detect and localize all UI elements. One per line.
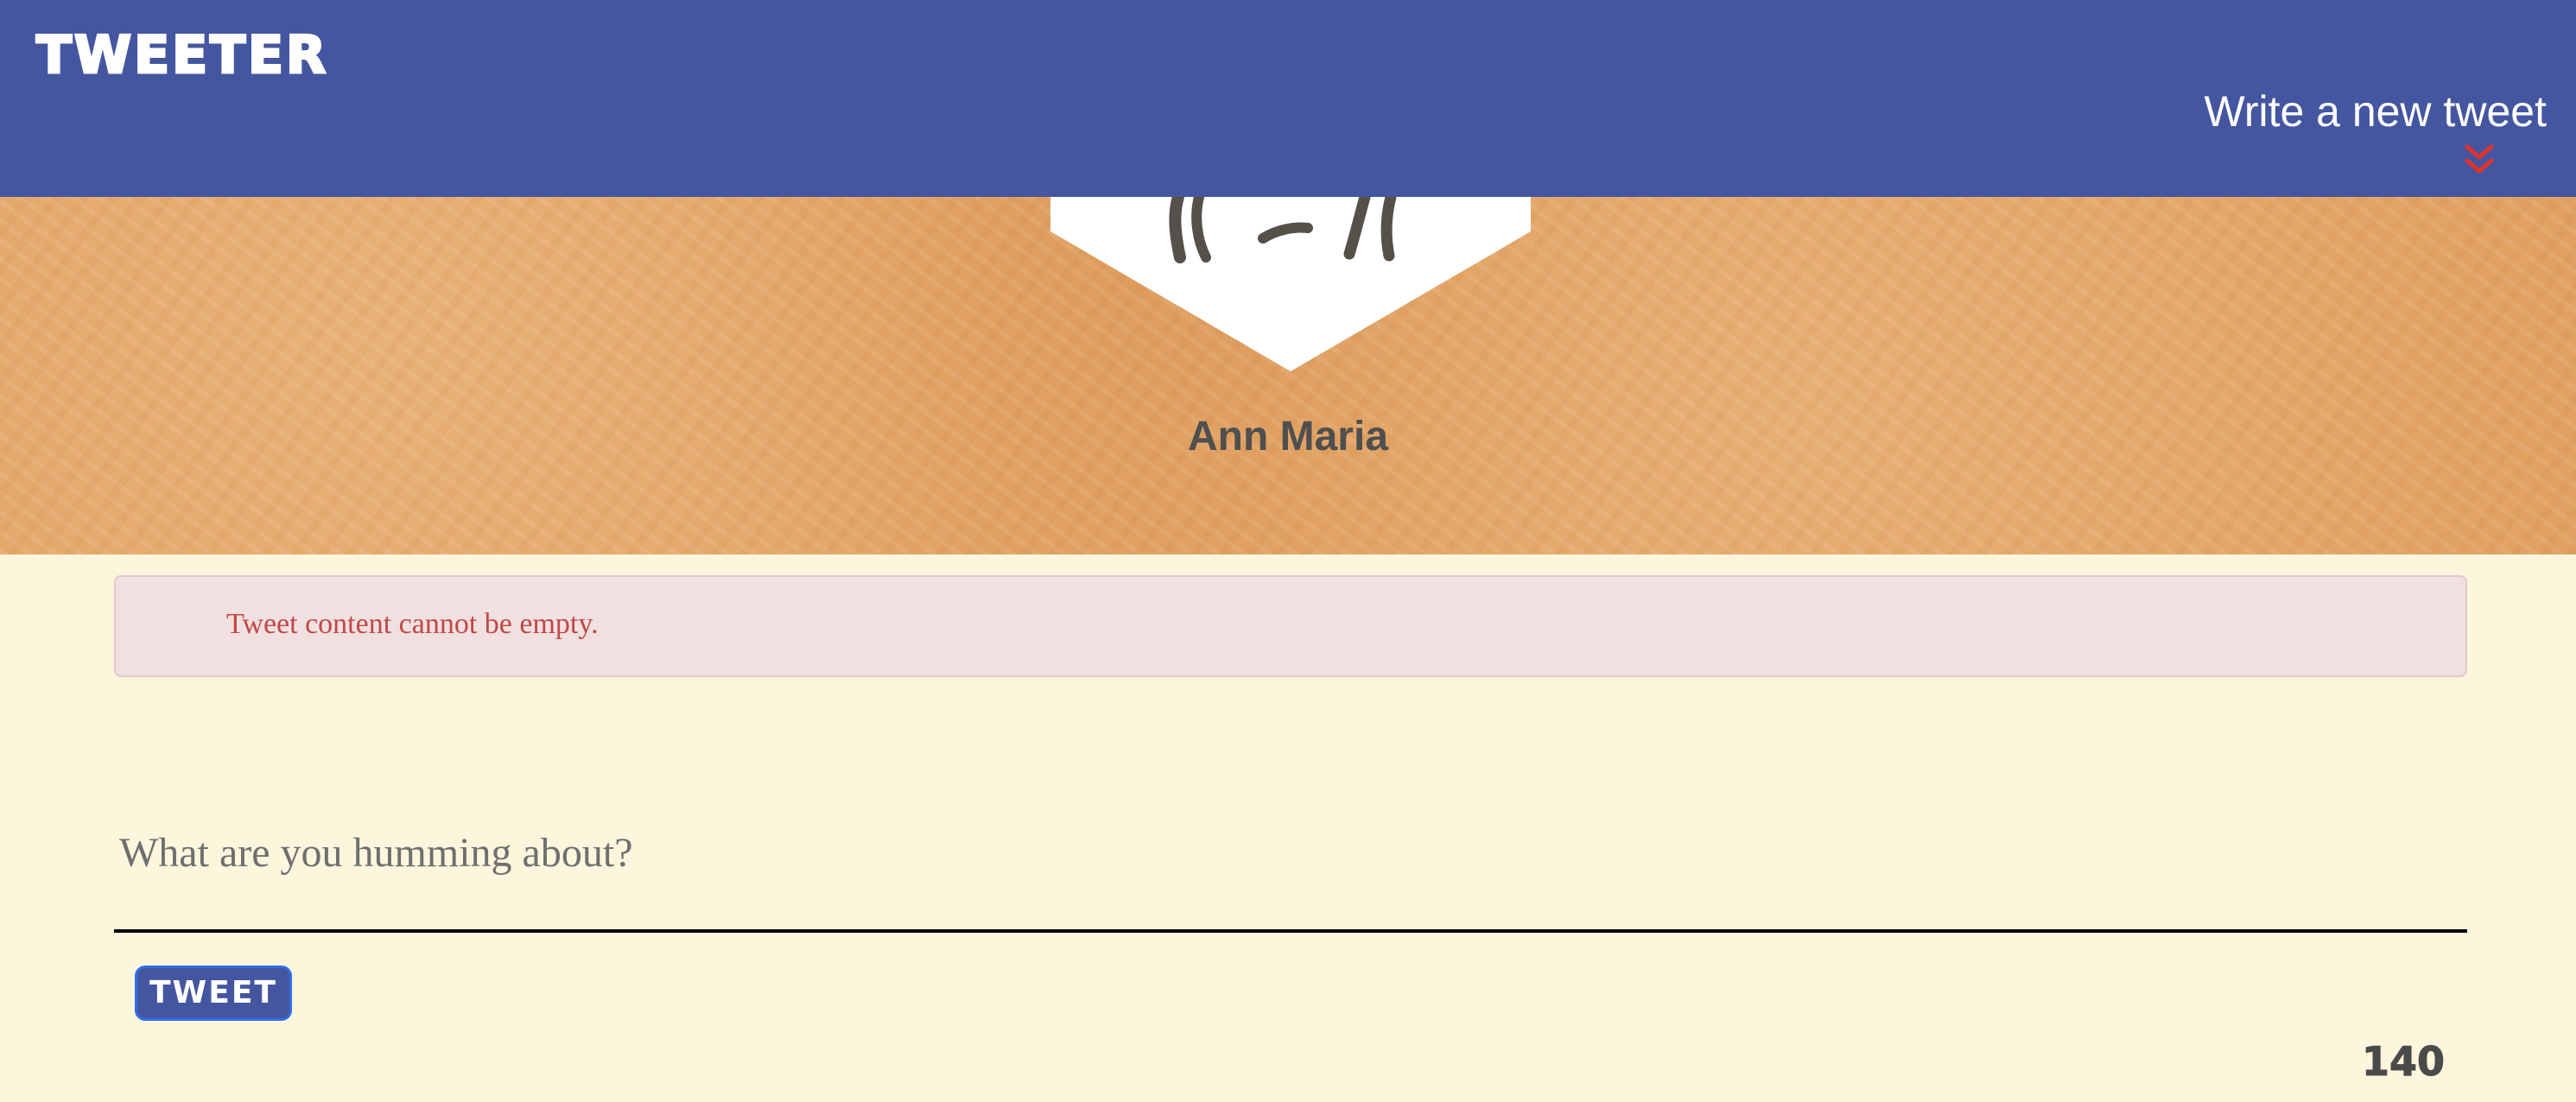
logo[interactable]: TWEETER (35, 28, 328, 83)
tweet-button[interactable]: TWEET (135, 966, 292, 1021)
avatar-icon (1050, 197, 1531, 371)
double-chevron-down-icon[interactable] (2464, 143, 2495, 178)
profile-header: Ann Maria (0, 197, 2576, 554)
tweet-input[interactable] (114, 812, 2467, 933)
write-new-tweet-label[interactable]: Write a new tweet (2205, 90, 2547, 133)
profile-name: Ann Maria (1187, 414, 1389, 459)
write-new-tweet-toggle[interactable]: Write a new tweet (2205, 90, 2547, 174)
error-alert: Tweet content cannot be empty. (114, 575, 2467, 677)
error-message: Tweet content cannot be empty. (226, 608, 599, 640)
character-counter: 140 (2361, 1038, 2445, 1085)
navbar: TWEETER Write a new tweet (0, 0, 2576, 197)
